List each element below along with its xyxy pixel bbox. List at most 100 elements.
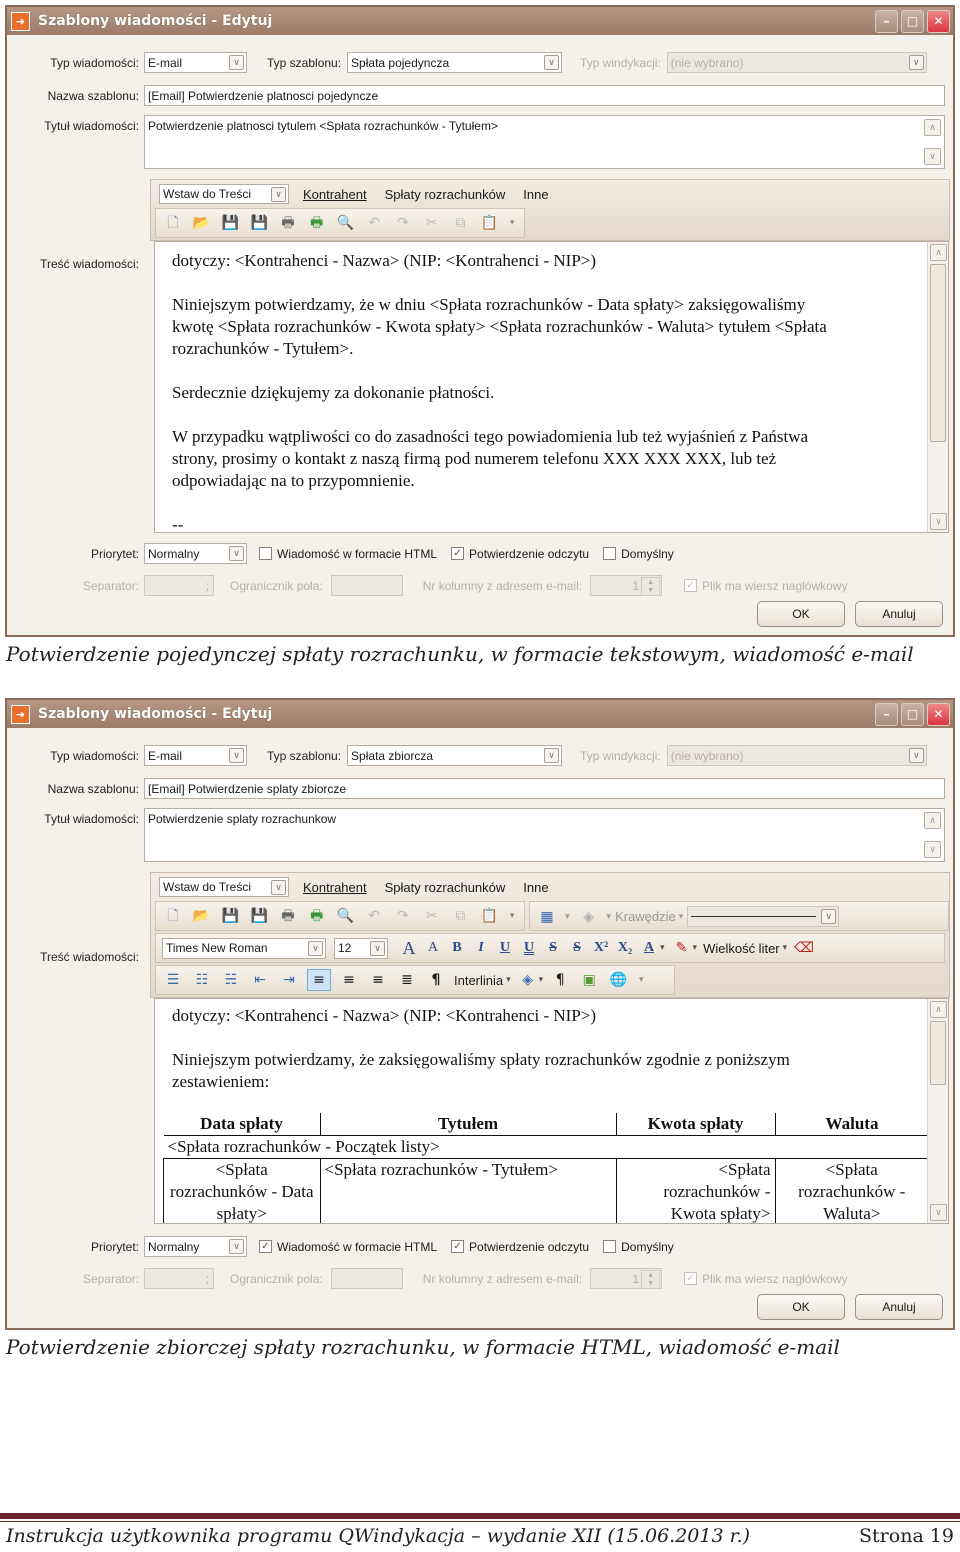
undo-icon[interactable]: ↶ bbox=[363, 906, 385, 926]
checkbox-box[interactable]: ✓ bbox=[451, 547, 465, 560]
default-checkbox[interactable]: Domyślny bbox=[603, 547, 674, 561]
close-button[interactable]: ✕ bbox=[927, 702, 950, 726]
html-format-checkbox[interactable]: ✓ Wiadomość w formacie HTML bbox=[259, 1240, 437, 1254]
pilcrow-icon[interactable]: ¶ bbox=[425, 970, 447, 990]
editor-scrollbar[interactable]: ∧ ∨ bbox=[927, 999, 948, 1223]
dropdown-arrow-icon[interactable]: ▾ bbox=[693, 943, 698, 953]
menu-kontrahent[interactable]: Kontrahent bbox=[303, 187, 367, 202]
decrease-indent-icon[interactable]: ⇤ bbox=[249, 970, 271, 990]
subscript-icon[interactable]: X₂ bbox=[614, 938, 636, 958]
highlight-color-icon[interactable]: ✎ bbox=[671, 938, 693, 958]
spinner-arrows-icon[interactable]: ▲ ▼ bbox=[641, 1270, 661, 1289]
cut-icon[interactable]: ✂ bbox=[421, 906, 443, 926]
dropdown-arrow-icon[interactable]: ▾ bbox=[679, 911, 684, 922]
scroll-down-icon[interactable]: ∨ bbox=[930, 513, 947, 530]
align-right-icon[interactable]: ≡ bbox=[367, 970, 389, 990]
scroll-down-icon[interactable]: ∨ bbox=[924, 841, 941, 858]
grow-font-icon[interactable]: A bbox=[398, 938, 420, 958]
save-icon[interactable]: 💾 bbox=[220, 906, 242, 926]
font-family-select[interactable]: Times New Roman ∨ bbox=[162, 937, 326, 959]
default-checkbox[interactable]: Domyślny bbox=[603, 1240, 674, 1254]
chevron-down-icon[interactable]: ∨ bbox=[229, 55, 244, 70]
chevron-down-icon[interactable]: ∨ bbox=[544, 55, 560, 70]
separator-input[interactable]: ; bbox=[144, 1268, 214, 1289]
undo-icon[interactable]: ↶ bbox=[363, 213, 385, 233]
double-strikethrough-icon[interactable]: S bbox=[566, 938, 588, 958]
font-size-select[interactable]: 12 ∨ bbox=[334, 937, 388, 959]
dropdown-arrow-icon[interactable]: ▾ bbox=[539, 975, 544, 985]
bullet-list-icon[interactable]: ☰ bbox=[162, 970, 184, 990]
typ-wiadomosci-select[interactable]: E-mail ∨ bbox=[144, 745, 247, 766]
checkbox-box[interactable]: ✓ bbox=[451, 1240, 465, 1253]
checkbox-box[interactable]: ✓ bbox=[684, 1272, 698, 1285]
scroll-up-icon[interactable]: ∧ bbox=[924, 119, 941, 136]
multilevel-list-icon[interactable]: ☵ bbox=[220, 970, 242, 990]
print-icon[interactable]: 🖶 bbox=[277, 906, 299, 926]
justify-icon[interactable]: ≣ bbox=[396, 970, 418, 990]
wstaw-do-tresci-select[interactable]: Wstaw do Treści ∨ bbox=[159, 184, 289, 204]
wstaw-do-tresci-select[interactable]: Wstaw do Treści ∨ bbox=[159, 877, 289, 897]
increase-indent-icon[interactable]: ⇥ bbox=[278, 970, 300, 990]
chevron-down-icon[interactable]: ∨ bbox=[908, 55, 924, 70]
ogranicznik-input[interactable] bbox=[330, 575, 403, 596]
new-document-icon[interactable]: 🗋 bbox=[162, 906, 184, 926]
typ-wiadomosci-select[interactable]: E-mail ∨ bbox=[144, 52, 247, 73]
menu-splaty-rozrachunkow[interactable]: Spłaty rozrachunków bbox=[385, 880, 506, 895]
insert-hyperlink-icon[interactable]: 🌐 bbox=[607, 970, 629, 990]
message-body-editor[interactable]: dotyczy: <Kontrahenci - Nazwa> (NIP: <Ko… bbox=[154, 241, 949, 534]
toolbar-overflow-icon[interactable]: ▾ bbox=[507, 213, 517, 233]
chevron-down-icon[interactable]: ∨ bbox=[544, 748, 560, 763]
chevron-down-icon[interactable]: ∨ bbox=[271, 880, 286, 895]
typ-szablonu-select[interactable]: Spłata zbiorcza ∨ bbox=[347, 745, 563, 766]
chevron-down-icon[interactable]: ∨ bbox=[308, 940, 323, 956]
toolbar-overflow-icon[interactable]: ▾ bbox=[636, 970, 646, 990]
chevron-down-icon[interactable]: ∨ bbox=[908, 748, 924, 763]
html-format-checkbox[interactable]: Wiadomość w formacie HTML bbox=[259, 547, 437, 561]
new-document-icon[interactable]: 🗋 bbox=[162, 213, 184, 233]
paste-icon[interactable]: 📋 bbox=[478, 906, 500, 926]
redo-icon[interactable]: ↷ bbox=[392, 213, 414, 233]
scroll-up-icon[interactable]: ∧ bbox=[930, 1001, 947, 1018]
dropdown-arrow-icon[interactable]: ▾ bbox=[506, 975, 511, 985]
minimize-button[interactable]: – bbox=[875, 702, 898, 726]
save-as-icon[interactable]: 💾 bbox=[248, 906, 270, 926]
shrink-font-icon[interactable]: A bbox=[422, 938, 444, 958]
copy-icon[interactable]: ⧉ bbox=[450, 213, 472, 233]
nr-kolumny-spinner[interactable]: 1 ▲ ▼ bbox=[590, 1268, 663, 1289]
save-as-icon[interactable]: 💾 bbox=[248, 213, 270, 233]
scroll-down-icon[interactable]: ∨ bbox=[930, 1204, 947, 1221]
strikethrough-icon[interactable]: S bbox=[542, 938, 564, 958]
read-receipt-checkbox[interactable]: ✓ Potwierdzenie odczytu bbox=[451, 547, 589, 561]
print-icon[interactable]: 🖶 bbox=[277, 213, 299, 233]
priorytet-select[interactable]: Normalny ∨ bbox=[144, 543, 247, 564]
save-icon[interactable]: 💾 bbox=[220, 213, 242, 233]
message-body-editor[interactable]: dotyczy: <Kontrahenci - Nazwa> (NIP: <Ko… bbox=[154, 998, 949, 1224]
paragraph-settings-icon[interactable]: ¶ bbox=[549, 970, 571, 990]
ogranicznik-input[interactable] bbox=[330, 1268, 403, 1289]
scroll-up-icon[interactable]: ∧ bbox=[924, 812, 941, 829]
typ-szablonu-select[interactable]: Spłata pojedyncza ∨ bbox=[347, 52, 563, 73]
editor-scrollbar[interactable]: ∧ ∨ bbox=[927, 242, 948, 532]
open-folder-icon[interactable]: 📂 bbox=[191, 213, 213, 233]
change-case-menu[interactable]: Wielkość liter bbox=[703, 941, 780, 956]
nr-kolumny-spinner[interactable]: 1 ▲ ▼ bbox=[590, 575, 663, 596]
separator-input[interactable]: ; bbox=[144, 575, 214, 596]
tytul-wiadomosci-input[interactable]: Potwierdzenie platnosci tytulem <Spłata … bbox=[144, 115, 945, 169]
nazwa-szablonu-input[interactable]: [Email] Potwierdzenie splaty zbiorcze bbox=[144, 778, 945, 799]
bold-icon[interactable]: B bbox=[446, 938, 468, 958]
dropdown-arrow-icon[interactable]: ▾ bbox=[660, 943, 665, 953]
print-setup-icon[interactable]: 🖶 bbox=[306, 906, 328, 926]
checkbox-box[interactable] bbox=[603, 1240, 617, 1253]
redo-icon[interactable]: ↷ bbox=[392, 906, 414, 926]
chevron-down-icon[interactable]: ∨ bbox=[229, 546, 244, 561]
checkbox-box[interactable]: ✓ bbox=[684, 579, 698, 592]
header-row-checkbox[interactable]: ✓ Plik ma wiersz nagłówkowy bbox=[684, 579, 847, 593]
chevron-down-icon[interactable]: ∨ bbox=[271, 187, 286, 202]
shading-icon[interactable]: ◈ bbox=[517, 970, 539, 990]
line-spacing-menu[interactable]: Interlinia bbox=[454, 973, 503, 988]
insert-image-icon[interactable]: ▣ bbox=[578, 970, 600, 990]
menu-kontrahent[interactable]: Kontrahent bbox=[303, 880, 367, 895]
print-preview-icon[interactable]: 🔍 bbox=[335, 906, 357, 926]
insert-table-icon[interactable]: ▦ bbox=[536, 906, 558, 926]
maximize-button[interactable]: □ bbox=[901, 702, 924, 726]
